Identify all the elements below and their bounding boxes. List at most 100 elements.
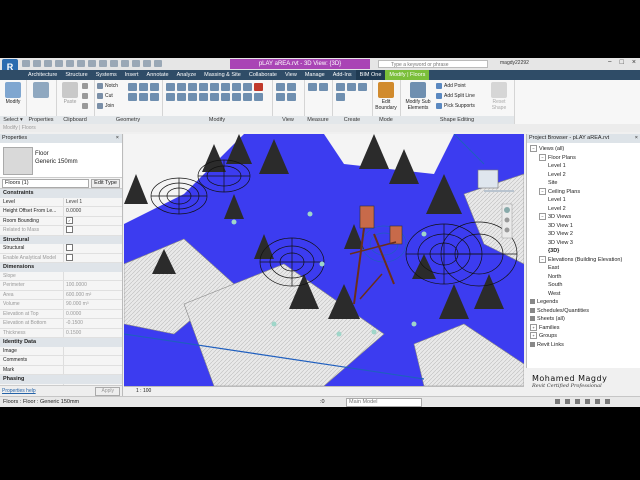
save-icon[interactable] [33, 60, 41, 67]
tab-view[interactable]: View [281, 70, 301, 80]
browser-item[interactable]: North [527, 273, 640, 282]
collapse-icon[interactable]: − [539, 153, 546, 161]
tab-analyze[interactable]: Analyze [173, 70, 201, 80]
pick-supports-button[interactable]: Pick Supports [436, 103, 475, 109]
geometry-tool-icon[interactable] [128, 83, 137, 91]
close-icon[interactable]: × [635, 134, 638, 143]
property-value[interactable] [63, 346, 122, 355]
switch-windows-icon[interactable] [154, 60, 162, 67]
edit-boundary-button[interactable]: Edit Boundary [375, 82, 397, 111]
add-split-line-button[interactable]: Add Split Line [436, 93, 475, 99]
geometry-tool-icon[interactable] [139, 83, 148, 91]
browser-item[interactable]: − Ceiling Plans [527, 187, 640, 197]
unpin-icon[interactable] [232, 93, 241, 101]
geometry-tool-icon[interactable] [128, 93, 137, 101]
split-icon[interactable] [210, 83, 219, 91]
thin-lines-icon[interactable] [132, 60, 140, 67]
sync-icon[interactable] [44, 60, 52, 67]
text-icon[interactable] [99, 60, 107, 67]
undo-icon[interactable] [55, 60, 63, 67]
browser-item[interactable]: + Families [527, 323, 640, 333]
extend-icon[interactable] [243, 93, 252, 101]
open-icon[interactable] [22, 60, 30, 67]
reset-shape-button[interactable]: Reset Shape [488, 82, 510, 111]
property-section[interactable]: Constraints [0, 189, 122, 198]
browser-item[interactable]: − Views (all) [527, 145, 640, 154]
scale-icon[interactable] [243, 83, 252, 91]
tab-architecture[interactable]: Architecture [24, 70, 61, 80]
expand-icon[interactable]: + [530, 332, 537, 340]
browser-item[interactable]: West [527, 290, 640, 299]
property-value[interactable]: Level 1 [63, 197, 122, 206]
copy-small-icon[interactable] [82, 93, 88, 99]
tab-insert[interactable]: Insert [121, 70, 143, 80]
align-icon[interactable] [166, 83, 175, 91]
3d-model-view[interactable] [124, 134, 524, 386]
paint-view-icon[interactable] [287, 93, 296, 101]
select-pinned-icon[interactable] [575, 399, 580, 404]
section-icon[interactable] [121, 60, 129, 67]
filter-icon[interactable] [605, 399, 610, 404]
browser-item[interactable]: Legends [527, 298, 640, 307]
property-checkbox[interactable]: ✓ [66, 216, 73, 224]
edit-type-button[interactable]: Edit Type [91, 178, 120, 188]
property-value[interactable]: 0.0000 [63, 207, 122, 216]
apply-button[interactable]: Apply [95, 387, 120, 396]
browser-item[interactable]: 3D View 3 [527, 239, 640, 248]
tab-add-ins[interactable]: Add-Ins [329, 70, 356, 80]
3d-viewport[interactable] [124, 134, 524, 386]
redo-icon[interactable] [66, 60, 74, 67]
browser-item[interactable]: Level 2 [527, 205, 640, 214]
3d-view-icon[interactable] [110, 60, 118, 67]
pin-icon[interactable] [232, 83, 241, 91]
geometry-tool-icon[interactable] [150, 93, 159, 101]
type-selector[interactable]: Floor Generic 150mm [0, 143, 122, 178]
paste-button[interactable]: Paste [59, 82, 81, 105]
browser-item[interactable]: Level 1 [527, 196, 640, 205]
browser-item[interactable]: East [527, 264, 640, 273]
cut-small-icon[interactable] [82, 83, 88, 89]
trim-icon[interactable] [221, 83, 230, 91]
rotate-icon[interactable] [188, 93, 197, 101]
minimize-button[interactable]: − [608, 59, 612, 66]
property-value[interactable] [63, 356, 122, 365]
browser-item[interactable]: Level 2 [527, 171, 640, 180]
create-assembly-icon[interactable] [336, 83, 345, 91]
split-gap-icon[interactable] [221, 93, 230, 101]
browser-item[interactable]: Site [527, 179, 640, 188]
modify-button[interactable]: Modify [2, 82, 24, 105]
add-point-button[interactable]: Add Point [436, 83, 466, 89]
tab-structure[interactable]: Structure [61, 70, 91, 80]
select-dropdown[interactable]: Select ▾ [0, 116, 26, 124]
notch-button[interactable]: Notch [97, 83, 118, 89]
browser-item[interactable]: Schedules/Quantities [527, 307, 640, 316]
drag-elements-icon[interactable] [595, 399, 600, 404]
properties-help-link[interactable]: Properties help [2, 388, 36, 394]
mirror-icon[interactable] [188, 83, 197, 91]
property-section[interactable]: Phasing [0, 375, 122, 384]
measure-icon[interactable] [88, 60, 96, 67]
dimension-icon[interactable] [319, 83, 328, 91]
join-button[interactable]: Join [97, 103, 114, 109]
linework-icon[interactable] [276, 93, 285, 101]
tab-systems[interactable]: Systems [92, 70, 121, 80]
collapse-icon[interactable]: − [539, 187, 546, 195]
tab-collaborate[interactable]: Collaborate [245, 70, 281, 80]
collapse-icon[interactable]: − [530, 145, 537, 153]
create-similar-icon[interactable] [336, 93, 345, 101]
tab-modify-floors[interactable]: Modify | Floors [385, 70, 430, 80]
array-icon[interactable] [210, 93, 219, 101]
browser-item[interactable]: 3D View 2 [527, 230, 640, 239]
property-section[interactable]: Identity Data [0, 338, 122, 347]
navigation-bar[interactable] [501, 203, 513, 239]
close-hidden-icon[interactable] [143, 60, 151, 67]
tab-massing-site[interactable]: Massing & Site [200, 70, 245, 80]
modify-sub-elements-button[interactable]: Modify Sub Elements [404, 82, 432, 111]
mirror-draw-icon[interactable] [199, 83, 208, 91]
search-input[interactable]: Type a keyword or phrase [378, 60, 488, 68]
select-face-icon[interactable] [585, 399, 590, 404]
property-section[interactable]: Structural [0, 235, 122, 244]
move-icon[interactable] [166, 93, 175, 101]
expand-icon[interactable]: + [530, 323, 537, 331]
browser-item[interactable]: South [527, 281, 640, 290]
